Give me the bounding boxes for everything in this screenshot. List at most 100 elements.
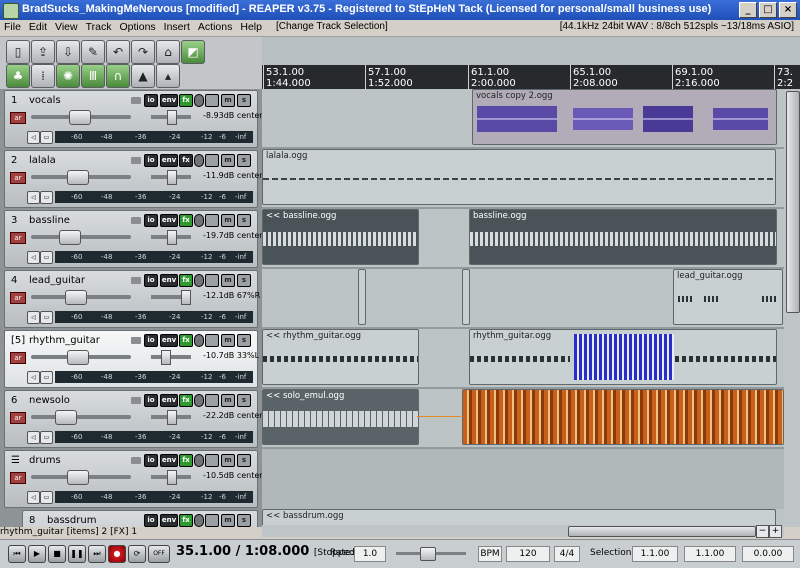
record-mode-icon[interactable] [205,154,219,167]
input-select-icon[interactable]: ▭ [40,491,53,504]
media-item-bassline-1[interactable]: << bassline.ogg [262,209,419,265]
input-monitor-icon[interactable]: ◁ [27,371,40,384]
grid-icon[interactable]: ⁞ [31,64,55,88]
track-panel-1[interactable]: 1 vocals io env fx m s ar -8.93dB center… [4,90,262,148]
mute-button[interactable]: m [221,454,235,467]
track-panel-7[interactable]: ☰ drums io env fx m s ar -10.5dB center … [4,450,262,508]
menu-help[interactable]: Help [236,20,266,34]
pan-knob[interactable] [161,350,171,365]
minimize-button[interactable]: _ [739,2,757,18]
io-button[interactable]: io [144,214,158,227]
metronome-icon[interactable]: ⌂ [156,40,180,64]
phase-icon[interactable] [194,274,204,287]
pan-slider[interactable] [151,170,191,185]
envelope-button[interactable]: env [160,454,178,467]
track-panel-6[interactable]: 6 newsolo io env fx m s ar -22.2dB cente… [4,390,262,448]
folder-icon[interactable] [131,157,141,164]
pan-knob[interactable] [167,110,177,125]
media-item-lead-guitar-1[interactable] [358,269,366,325]
phase-icon[interactable] [194,454,204,467]
input-monitor-icon[interactable]: ◁ [27,191,40,204]
volume-fader-knob[interactable] [69,110,91,125]
volume-fader-knob[interactable] [55,410,77,425]
metronome-off-button[interactable]: OFF [148,545,170,563]
maximize-button[interactable]: □ [759,2,777,18]
track-name[interactable]: bassdrum [47,515,96,526]
envelope-button[interactable]: env [160,154,178,167]
undo-icon[interactable]: ↶ [106,40,130,64]
rate-slider[interactable] [396,547,466,561]
track-lane-bassline[interactable]: << bassline.ogg bassline.ogg [262,209,800,269]
phase-icon[interactable] [194,514,204,527]
io-button[interactable]: io [144,94,158,107]
record-arm-button[interactable]: ar [10,112,26,124]
solo-button[interactable]: s [237,154,251,167]
record-icon[interactable]: ● [108,545,126,563]
phase-icon[interactable] [194,154,204,167]
track-lane-newsolo[interactable]: << solo_emul.ogg [262,389,800,449]
track-lane-lead-guitar[interactable]: lead_guitar.ogg [262,269,800,329]
track-name[interactable]: vocals [29,95,61,106]
fx-button[interactable]: fx [179,514,193,527]
timeline-ruler[interactable]: 53.1.00 1:44.000 57.1.00 1:52.000 61.1.00 2… [262,65,800,89]
media-item-lead-guitar-3[interactable]: lead_guitar.ogg [673,269,783,325]
horizontal-scrollbar[interactable]: − + [262,525,784,538]
menu-insert[interactable]: Insert [160,20,194,34]
media-item-vocals[interactable]: vocals copy 2.ogg [472,89,777,145]
stop-icon[interactable]: ■ [48,545,66,563]
folder-icon[interactable] [131,217,141,224]
pan-slider[interactable] [151,410,191,425]
solo-button[interactable]: s [237,394,251,407]
mute-button[interactable]: m [221,514,235,527]
solo-button[interactable]: s [237,274,251,287]
track-name[interactable]: rhythm_guitar [29,335,100,346]
fx-button[interactable]: fx [179,94,193,107]
io-button[interactable]: io [144,334,158,347]
io-button[interactable]: io [144,454,158,467]
input-select-icon[interactable]: ▭ [40,311,53,324]
input-monitor-icon[interactable]: ◁ [27,251,40,264]
track-lane-drums[interactable] [262,449,800,511]
rate-slider-knob[interactable] [420,547,436,561]
menu-view[interactable]: View [51,20,82,34]
volume-fader-knob[interactable] [67,170,89,185]
fx-button[interactable]: fx [179,214,193,227]
selection-end-field[interactable]: 1.1.00 [684,546,736,562]
io-button[interactable]: io [144,154,158,167]
project-settings-icon[interactable]: ✎ [81,40,105,64]
envelope-button[interactable]: env [160,214,178,227]
volume-fader-knob[interactable] [65,290,87,305]
envelope-button[interactable]: env [160,514,178,527]
record-arm-button[interactable]: ar [10,232,26,244]
input-select-icon[interactable]: ▭ [40,431,53,444]
vertical-scroll-thumb[interactable] [786,91,800,313]
phase-icon[interactable] [194,394,204,407]
media-item-lead-guitar-2[interactable] [462,269,470,325]
record-mode-icon[interactable] [205,454,219,467]
folder-icon[interactable] [131,277,141,284]
volume-fader[interactable] [31,350,131,365]
pan-slider[interactable] [151,350,191,365]
track-panel-8[interactable]: 8 bassdrum io env fx m s [22,510,258,527]
track-name[interactable]: newsolo [29,395,70,406]
new-project-icon[interactable]: ▯ [6,40,30,64]
record-arm-button[interactable]: ar [10,472,26,484]
record-mode-icon[interactable] [205,334,219,347]
solo-button[interactable]: s [237,514,251,527]
track-panel-4[interactable]: 4 lead_guitar io env fx m s ar -12.1dB 6… [4,270,260,328]
title-bar[interactable]: BradSucks_MakingMeNervous [modified] - R… [0,0,800,20]
audio-status[interactable]: [44.1kHz 24bit WAV : 8/8ch 512spls ~13/1… [560,21,794,32]
rate-field[interactable]: 1.0 [354,546,386,562]
pan-slider[interactable] [151,290,191,305]
track-name[interactable]: lalala [29,155,56,166]
io-button[interactable]: io [144,394,158,407]
media-item-rhythm-guitar-1[interactable]: << rhythm_guitar.ogg [262,329,419,385]
input-select-icon[interactable]: ▭ [40,371,53,384]
track-panel-2[interactable]: 2 lalala io env fx m s ar -11.9dB center… [4,150,262,208]
pan-knob[interactable] [167,470,177,485]
input-select-icon[interactable]: ▭ [40,191,53,204]
track-lane-lalala[interactable]: lalala.ogg [262,149,800,209]
pan-knob[interactable] [167,230,177,245]
pan-knob[interactable] [181,290,191,305]
pan-slider[interactable] [151,470,191,485]
